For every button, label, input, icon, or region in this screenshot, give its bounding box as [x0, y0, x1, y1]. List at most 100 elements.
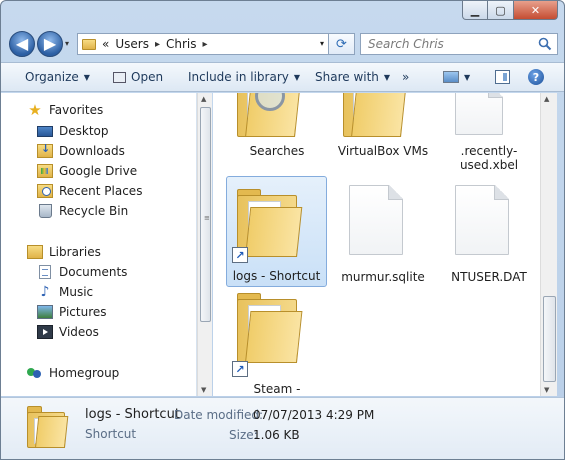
navigation-row: ◀ ▶ ▾ « Users ▸ Chris ▸ ▾ ⟳ Search Chris — [1, 27, 564, 61]
size-value: 1.06 KB — [253, 428, 300, 442]
open-label: Open — [131, 70, 164, 84]
pictures-icon — [37, 305, 53, 319]
google-drive-icon — [37, 164, 53, 178]
sidebar-item-recent-places[interactable]: Recent Places — [37, 184, 142, 198]
minimize-button[interactable]: ▁ — [462, 1, 488, 20]
file-name: Searches — [249, 144, 305, 158]
help-icon: ? — [528, 69, 544, 85]
file-item-recently-used-xbel[interactable]: .recently-used.xbel — [439, 93, 539, 173]
file-list: Searches VirtualBox VMs .recently-used.x… — [213, 93, 540, 396]
shortcut-arrow-icon: ↗ — [232, 247, 248, 263]
search-icon[interactable] — [538, 37, 552, 51]
sidebar-item-desktop[interactable]: Desktop — [37, 124, 109, 138]
breadcrumb-overflow[interactable]: « — [102, 37, 109, 51]
sidebar-item-videos[interactable]: Videos — [37, 325, 99, 339]
shortcut-arrow-icon: ↗ — [232, 361, 248, 377]
homegroup-icon — [27, 366, 43, 380]
date-modified-label: Date modified: — [174, 408, 264, 422]
recent-pages-dropdown[interactable]: ▾ — [65, 39, 69, 48]
search-placeholder: Search Chris — [368, 37, 444, 51]
folder-icon — [237, 93, 301, 137]
file-item-steam-shortcut[interactable]: ↗ Steam - Shortcut — [227, 291, 327, 396]
favorites-header[interactable]: ★ Favorites — [27, 101, 104, 119]
more-commands-button[interactable]: » — [402, 70, 409, 84]
sidebar-item-music[interactable]: ♪ Music — [37, 284, 94, 300]
organize-label: Organize — [25, 70, 79, 84]
sidebar-item-google-drive[interactable]: Google Drive — [37, 164, 137, 178]
scroll-down-arrow-icon[interactable]: ▼ — [201, 386, 206, 394]
folder-icon — [237, 291, 303, 363]
explorer-window: ▁ ▢ ✕ ◀ ▶ ▾ « Users ▸ Chris ▸ ▾ ⟳ Search… — [0, 0, 565, 460]
include-in-library-button[interactable]: Include in library ▼ — [188, 70, 300, 84]
details-file-type: Shortcut — [85, 427, 137, 441]
scroll-up-arrow-icon[interactable]: ▲ — [544, 95, 549, 103]
navigation-pane-scrollbar[interactable]: ▲ ≡ ▼ — [197, 93, 212, 396]
share-with-button[interactable]: Share with ▼ — [315, 70, 390, 84]
sidebar-item-label: Google Drive — [59, 164, 138, 178]
organize-button[interactable]: Organize ▼ — [25, 70, 90, 84]
file-item-virtualbox-vms[interactable]: VirtualBox VMs — [333, 93, 433, 161]
homegroup-header[interactable]: Homegroup — [27, 366, 119, 380]
scrollbar-thumb[interactable] — [543, 296, 556, 382]
include-in-library-label: Include in library — [188, 70, 289, 84]
file-name: VirtualBox VMs — [337, 144, 429, 158]
window-controls: ▁ ▢ ✕ — [462, 1, 558, 20]
sidebar-item-pictures[interactable]: Pictures — [37, 305, 107, 319]
homegroup-label: Homegroup — [49, 366, 120, 380]
sidebar-item-label: Desktop — [59, 124, 109, 138]
change-view-button[interactable]: ▼ — [443, 71, 470, 83]
scroll-down-arrow-icon[interactable]: ▼ — [544, 386, 549, 394]
document-icon — [349, 185, 403, 255]
folder-icon — [343, 93, 407, 137]
sidebar-item-label: Recent Places — [59, 184, 143, 198]
refresh-button[interactable]: ⟳ — [329, 33, 355, 55]
grip-icon: ≡ — [204, 214, 210, 222]
file-item-logs-shortcut[interactable]: ↗ logs - Shortcut — [226, 176, 327, 287]
caret-down-icon: ▼ — [83, 72, 90, 82]
scroll-up-arrow-icon[interactable]: ▲ — [201, 95, 206, 103]
breadcrumb-separator[interactable]: ▸ — [203, 39, 208, 50]
file-list-scrollbar[interactable]: ▲ ▼ — [540, 93, 557, 396]
address-history-dropdown[interactable]: ▾ — [320, 39, 324, 48]
open-button[interactable]: Open — [113, 70, 163, 84]
preview-pane-button[interactable] — [495, 70, 510, 84]
details-pane: logs - Shortcut Shortcut Date modified: … — [1, 397, 564, 459]
breadcrumb-chris[interactable]: Chris — [166, 37, 197, 51]
help-button[interactable]: ? — [528, 69, 544, 85]
sidebar-item-label: Recycle Bin — [59, 204, 129, 218]
libraries-header[interactable]: Libraries — [27, 245, 101, 259]
sidebar-item-recycle-bin[interactable]: Recycle Bin — [37, 204, 128, 218]
search-input[interactable]: Search Chris — [360, 33, 558, 55]
recent-places-icon — [37, 184, 53, 198]
videos-icon — [37, 325, 53, 339]
sidebar-item-label: Videos — [59, 325, 99, 339]
file-name: Steam - Shortcut — [253, 382, 301, 396]
music-icon: ♪ — [40, 284, 50, 300]
document-icon — [455, 185, 509, 255]
title-bar: ▁ ▢ ✕ — [1, 1, 564, 27]
document-icon — [455, 93, 503, 135]
file-item-searches[interactable]: Searches — [227, 93, 327, 161]
share-with-label: Share with — [315, 70, 379, 84]
sidebar-item-label: Pictures — [59, 305, 107, 319]
preview-pane-icon — [495, 70, 510, 84]
recycle-bin-icon — [39, 204, 52, 218]
star-icon: ★ — [28, 101, 42, 119]
breadcrumb-separator[interactable]: ▸ — [155, 39, 160, 50]
sidebar-item-downloads[interactable]: Downloads — [37, 142, 125, 158]
details-file-name: logs - Shortcut — [85, 407, 180, 422]
maximize-button[interactable]: ▢ — [488, 1, 514, 20]
forward-button[interactable]: ▶ — [37, 31, 63, 57]
breadcrumb-users[interactable]: Users — [115, 37, 149, 51]
back-button[interactable]: ◀ — [9, 31, 35, 57]
sidebar-item-documents[interactable]: Documents — [37, 265, 127, 279]
favorites-label: Favorites — [49, 103, 104, 117]
close-button[interactable]: ✕ — [514, 1, 558, 20]
sidebar-item-label: Downloads — [59, 144, 125, 158]
scrollbar-thumb[interactable]: ≡ — [200, 107, 211, 322]
address-bar[interactable]: « Users ▸ Chris ▸ ▾ — [77, 33, 329, 55]
date-modified-value: 07/07/2013 4:29 PM — [253, 408, 375, 422]
libraries-label: Libraries — [49, 245, 101, 259]
file-item-murmur-sqlite[interactable]: murmur.sqlite — [333, 177, 433, 287]
file-item-ntuser-dat[interactable]: NTUSER.DAT — [439, 177, 539, 287]
